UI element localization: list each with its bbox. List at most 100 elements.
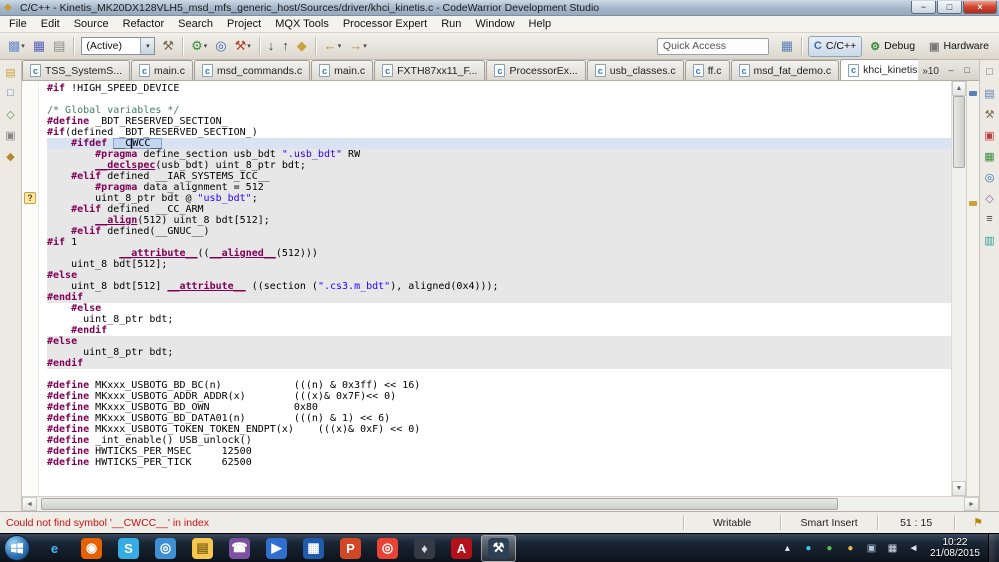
maximize-button[interactable]: □	[937, 0, 962, 14]
open-perspective-icon[interactable]: ▦	[777, 36, 797, 56]
menu-item-help[interactable]: Help	[522, 17, 559, 31]
menu-item-refactor[interactable]: Refactor	[116, 17, 172, 31]
code-line[interactable]: #ifdef __CWCC__	[47, 138, 951, 149]
taskbar-media-player[interactable]: ▶	[259, 535, 294, 562]
horizontal-scroll-track[interactable]	[37, 497, 964, 511]
taskbar-firefox[interactable]: ◉	[74, 535, 109, 562]
external-tools-button[interactable]: ⚒ ▾	[232, 36, 254, 56]
taskbar-app-blue[interactable]: ▦	[296, 535, 331, 562]
menu-item-source[interactable]: Source	[67, 17, 116, 31]
tray-app-icon-1[interactable]: ●	[800, 540, 817, 557]
debug-configurations-button[interactable]: ⚙ ▾	[188, 36, 210, 56]
scroll-up-icon[interactable]: ▲	[952, 81, 966, 96]
code-area[interactable]: #if !HIGH_SPEED_DEVICE /* Global variabl…	[39, 81, 951, 496]
menu-item-edit[interactable]: Edit	[34, 17, 67, 31]
code-line[interactable]: #define MKxxx_USBOTG_BD_BC(n) (((n) & 0x…	[47, 380, 951, 391]
minimized-project-explorer-icon[interactable]: ▤	[3, 64, 19, 80]
minimized-view-2-icon[interactable]: □	[3, 85, 19, 101]
tab-processorex[interactable]: c ProcessorEx...	[486, 60, 586, 80]
minimized-view-3-icon[interactable]: ◇	[3, 106, 19, 122]
tab-ff-c[interactable]: c ff.c	[684, 60, 730, 80]
taskbar-app-dark[interactable]: ♦	[407, 535, 442, 562]
code-line[interactable]: #endif	[47, 292, 951, 303]
code-line[interactable]: #endif	[47, 358, 951, 369]
code-line[interactable]: /* Global variables */	[47, 105, 951, 116]
code-line[interactable]: uint_8_ptr bdt;	[47, 347, 951, 358]
tab-main-c[interactable]: c main.c	[131, 60, 193, 80]
forward-button[interactable]: → ▾	[346, 36, 370, 56]
save-button[interactable]: ▦	[30, 36, 48, 56]
code-line[interactable]: uint_8 bdt[512];	[47, 259, 951, 270]
tab-main-c[interactable]: c main.c	[311, 60, 374, 80]
tab-fxth87xx11-f[interactable]: c FXTH87xx11_F...	[374, 60, 486, 80]
memory-view-icon[interactable]: ▥	[982, 232, 998, 248]
tray-app-icon-4[interactable]: ▣	[863, 540, 880, 557]
search-view-icon[interactable]: ◎	[982, 169, 998, 185]
tab-usb-classes-c[interactable]: c usb_classes.c	[586, 60, 684, 80]
next-annotation-button[interactable]: ↓	[265, 36, 278, 56]
menu-item-mqx-tools[interactable]: MQX Tools	[268, 17, 336, 31]
code-line[interactable]: #define _int_enable() USB_unlock()	[47, 435, 951, 446]
code-line[interactable]: uint_8_ptr bdt;	[47, 314, 951, 325]
taskbar-skype[interactable]: S	[111, 535, 146, 562]
taskbar-windows-explorer[interactable]: ▤	[185, 535, 220, 562]
problems-view-icon[interactable]: ▣	[982, 127, 998, 143]
disassembly-view-icon[interactable]: ≡	[982, 211, 998, 227]
code-line[interactable]: #endif	[47, 325, 951, 336]
code-line[interactable]	[47, 369, 951, 380]
save-all-button[interactable]: ▤	[50, 36, 68, 56]
taskbar-codewarrior[interactable]: ⚒	[481, 534, 516, 562]
code-line[interactable]: #pragma define_section usb_bdt ".usb_bdt…	[47, 149, 951, 160]
taskbar-viber[interactable]: ☎	[222, 535, 257, 562]
show-desktop-button[interactable]	[988, 534, 999, 562]
perspective-c-c[interactable]: C C/C++	[807, 35, 863, 57]
tray-app-icon-2[interactable]: ●	[821, 540, 838, 557]
minimized-view-4-icon[interactable]: ▣	[3, 127, 19, 143]
taskbar-powerpoint[interactable]: P	[333, 535, 368, 562]
perspective-debug[interactable]: ⚙ Debug	[864, 36, 921, 57]
tab-msd-commands-c[interactable]: c msd_commands.c	[193, 60, 311, 80]
hidden-icons-button[interactable]: ▴	[779, 540, 796, 557]
tab-tss-systems[interactable]: c TSS_SystemS...	[22, 60, 131, 80]
code-line[interactable]: uint_8 bdt[512] __attribute__ ((section …	[47, 281, 951, 292]
quick-access-input[interactable]	[656, 37, 769, 55]
close-button[interactable]: ×	[963, 0, 997, 14]
code-line[interactable]	[47, 94, 951, 105]
build-config-combo[interactable]: (Active) ▾	[81, 37, 156, 55]
call-hierarchy-view-icon[interactable]: ◇	[982, 190, 998, 206]
maximize-view-icon[interactable]: □	[959, 63, 975, 77]
scroll-down-icon[interactable]: ▼	[952, 481, 966, 496]
taskbar-chrome[interactable]: ◎	[370, 535, 405, 562]
code-line[interactable]: #define MKxxx_USBOTG_ADDR_ADDR(x) (((x)&…	[47, 391, 951, 402]
status-flag-icon[interactable]: ⚑	[973, 516, 983, 529]
tray-app-icon-3[interactable]: ●	[842, 540, 859, 557]
menu-item-window[interactable]: Window	[468, 17, 521, 31]
annotation-ruler[interactable]: ?	[22, 81, 39, 496]
code-line[interactable]: __align(512) uint_8 bdt[512];	[47, 215, 951, 226]
new-wizard-button[interactable]: ▩ ▾	[5, 36, 28, 56]
overview-mark[interactable]	[969, 201, 977, 206]
vertical-scrollbar[interactable]: ▲ ▼	[951, 81, 966, 496]
code-line[interactable]: #define MKxxx_USBOTG_BD_DATA01(n) (((n) …	[47, 413, 951, 424]
code-line[interactable]: #elif defined __CC_ARM	[47, 204, 951, 215]
vertical-scroll-thumb[interactable]	[953, 96, 965, 168]
taskbar-safari[interactable]: ◎	[148, 535, 183, 562]
search-button[interactable]: ◎	[212, 36, 229, 56]
perspective-hardware[interactable]: ▣ Hardware	[923, 36, 995, 57]
code-line[interactable]: #if !HIGH_SPEED_DEVICE	[47, 83, 951, 94]
code-line[interactable]: __declspec(usb_bdt) uint_8_ptr bdt;	[47, 160, 951, 171]
title-bar[interactable]: ◆ C/C++ - Kinetis_MK20DX128VLH5_msd_mfs_…	[0, 0, 999, 16]
code-line[interactable]: #define MKxxx_USBOTG_TOKEN_TOKEN_ENDPT(x…	[47, 424, 951, 435]
network-icon[interactable]: ▦	[884, 540, 901, 557]
taskbar-adobe-reader[interactable]: A	[444, 535, 479, 562]
code-line[interactable]: #elif defined(__GNUC__)	[47, 226, 951, 237]
code-line[interactable]: #elif defined __IAR_SYSTEMS_ICC__	[47, 171, 951, 182]
code-line[interactable]: #define MKxxx_USBOTG_BD_OWN 0x80	[47, 402, 951, 413]
minimize-button[interactable]: −	[911, 0, 936, 14]
minimize-view-icon[interactable]: –	[943, 63, 959, 77]
code-line[interactable]: #pragma data_alignment = 512	[47, 182, 951, 193]
code-line[interactable]: uint_8_ptr bdt @ "usb_bdt";	[47, 193, 951, 204]
back-button[interactable]: ← ▾	[321, 36, 345, 56]
scroll-right-icon[interactable]: ►	[964, 497, 979, 511]
code-line[interactable]: #else	[47, 303, 951, 314]
